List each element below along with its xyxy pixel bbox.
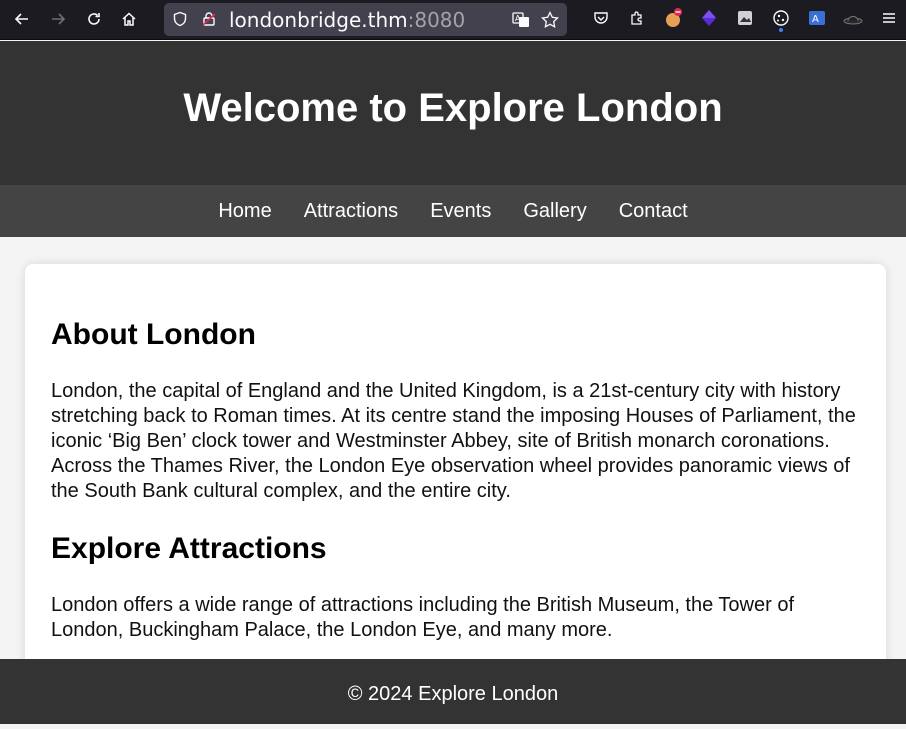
cookie-extension-icon[interactable]	[663, 8, 683, 28]
section-text-about: London, the capital of England and the U…	[51, 380, 856, 502]
svg-text:A: A	[515, 14, 521, 23]
nav-link-attractions[interactable]: Attractions	[304, 185, 398, 237]
cookie-editor-icon[interactable]	[771, 8, 791, 32]
reload-icon[interactable]	[79, 5, 109, 33]
nav-link-contact[interactable]: Contact	[619, 185, 688, 237]
svg-text:A: A	[812, 14, 819, 25]
page-title: Welcome to Explore London	[183, 86, 723, 130]
address-bar[interactable]: londonbridge.thm:8080 A	[164, 3, 567, 36]
url-text: londonbridge.thm:8080	[229, 8, 466, 32]
tracking-shield-icon[interactable]	[172, 11, 188, 32]
nav-link-gallery[interactable]: Gallery	[523, 185, 586, 237]
back-icon[interactable]	[7, 5, 37, 33]
site-header: Welcome to Explore London	[0, 41, 906, 185]
section-heading-attractions: Explore Attractions	[51, 532, 327, 565]
home-icon[interactable]	[114, 5, 144, 33]
image-extension-icon[interactable]	[735, 8, 755, 28]
nav-link-home[interactable]: Home	[218, 185, 271, 237]
menu-hamburger-icon[interactable]	[879, 8, 899, 28]
bookmark-star-icon[interactable]	[541, 10, 559, 34]
pocket-icon[interactable]	[591, 8, 611, 28]
extensions-puzzle-icon[interactable]	[627, 8, 647, 28]
section-text-attractions: London offers a wide range of attraction…	[51, 594, 795, 641]
insecure-lock-icon[interactable]	[201, 11, 217, 32]
translate-icon[interactable]: A	[512, 11, 530, 34]
hat-extension-icon[interactable]	[843, 8, 863, 28]
section-heading-about: About London	[51, 318, 256, 351]
nav-link-events[interactable]: Events	[430, 185, 491, 237]
purple-cube-extension-icon[interactable]	[699, 8, 719, 28]
content-card: About London London, the capital of Engl…	[25, 264, 886, 684]
browser-toolbar: londonbridge.thm:8080 A A	[0, 0, 906, 40]
site-footer: © 2024 Explore London	[0, 659, 906, 724]
forward-icon[interactable]	[43, 5, 73, 33]
translate-extension-icon[interactable]: A	[807, 8, 827, 28]
main-nav: Home Attractions Events Gallery Contact	[0, 185, 906, 237]
